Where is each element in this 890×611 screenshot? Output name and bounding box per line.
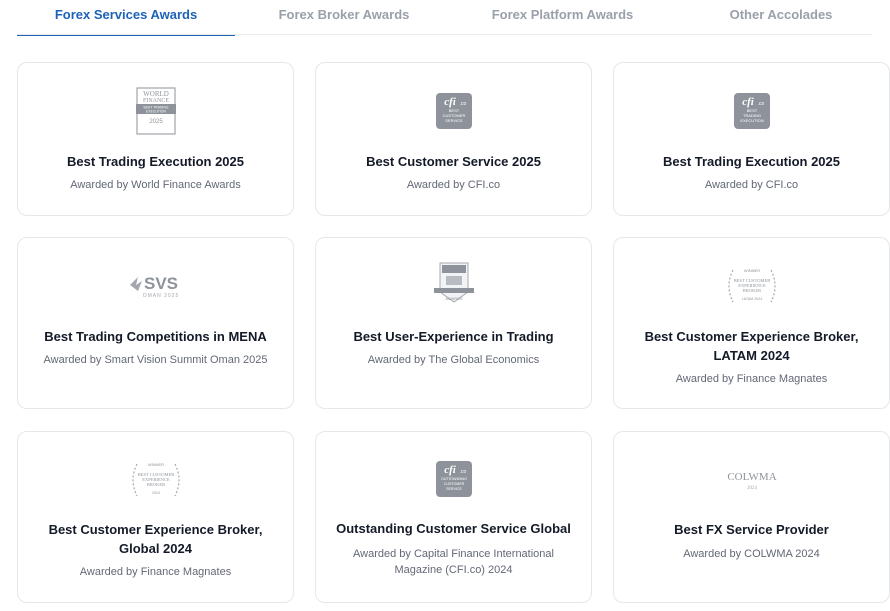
svg-text:SERVICE: SERVICE bbox=[445, 118, 463, 123]
svg-text:SVS: SVS bbox=[143, 274, 177, 293]
svg-text:BROKER: BROKER bbox=[742, 288, 760, 293]
svg-text:COLWMA: COLWMA bbox=[727, 471, 776, 483]
svg-text:SERVICE: SERVICE bbox=[446, 487, 462, 491]
svg-text:2025: 2025 bbox=[149, 119, 163, 125]
award-title: Best Trading Execution 2025 bbox=[662, 154, 840, 169]
svg-text:FINANCE: FINANCE bbox=[142, 98, 168, 104]
award-subtitle: Awarded by World Finance Awards bbox=[70, 179, 241, 191]
svg-text:WORLD: WORLD bbox=[143, 90, 169, 98]
award-card: WINNER BEST CUSTOMER EXPERIENCE BROKER L… bbox=[613, 237, 890, 409]
award-card: cfi .co OUTSTANDING CUSTOMER SERVICE Out… bbox=[315, 431, 592, 603]
svg-text:BROKER: BROKER bbox=[146, 482, 164, 487]
svg-text:WINNER: WINNER bbox=[147, 462, 163, 467]
award-card: cfi .co BEST TRADING EXECUTION Best Trad… bbox=[613, 62, 890, 216]
award-card: WORLD FINANCE BEST TRADING EXECUTION 202… bbox=[17, 62, 294, 216]
svg-text:OUTSTANDING: OUTSTANDING bbox=[441, 477, 467, 481]
svg-text:2024: 2024 bbox=[152, 491, 160, 495]
award-card: SVS OMAN 2025 Best Trading Competitions … bbox=[17, 237, 294, 409]
svg-text:OMAN 2025: OMAN 2025 bbox=[142, 293, 179, 299]
award-subtitle: Awarded by Capital Finance International… bbox=[353, 548, 554, 576]
svg-text:.co: .co bbox=[757, 101, 764, 107]
svg-text:cfi: cfi bbox=[444, 96, 457, 108]
svg-text:AWARDS: AWARDS bbox=[445, 296, 463, 301]
award-subtitle: Awarded by Finance Magnates bbox=[675, 373, 828, 385]
award-title: Best User-Experience in Trading bbox=[353, 329, 554, 344]
colwma-logo-icon: COLWMA 2024 bbox=[614, 466, 889, 494]
global-economics-badge-icon: AWARDS bbox=[316, 262, 591, 310]
award-title: Outstanding Customer Service Global bbox=[336, 521, 571, 536]
award-subtitle: Awarded by Finance Magnates bbox=[79, 566, 232, 578]
award-subtitle: Awarded by CFI.co bbox=[704, 179, 799, 191]
award-title: Best FX Service Provider bbox=[674, 522, 829, 537]
world-finance-badge-icon: WORLD FINANCE BEST TRADING EXECUTION 202… bbox=[18, 87, 293, 135]
svg-text:EXECUTION: EXECUTION bbox=[740, 118, 763, 123]
award-card: WINNER BEST CUSTOMER EXPERIENCE BROKER 2… bbox=[17, 431, 294, 603]
tab-forex-services-awards[interactable]: Forex Services Awards bbox=[17, 0, 235, 36]
award-subtitle: Awarded by The Global Economics bbox=[367, 354, 540, 366]
award-title: Best Trading Execution 2025 bbox=[66, 154, 244, 169]
award-subtitle: Awarded by COLWMA 2024 bbox=[683, 548, 820, 560]
award-card: AWARDS Best User-Experience in Trading A… bbox=[315, 237, 592, 409]
award-card: cfi .co BEST CUSTOMER SERVICE Best Custo… bbox=[315, 62, 592, 216]
award-title: Best Customer Service 2025 bbox=[366, 154, 541, 169]
award-title: Best Trading Competitions in MENA bbox=[44, 329, 267, 344]
tab-forex-broker-awards[interactable]: Forex Broker Awards bbox=[235, 0, 453, 35]
award-title: Best Customer Experience Broker, Global … bbox=[48, 522, 263, 556]
tab-forex-platform-awards[interactable]: Forex Platform Awards bbox=[453, 0, 672, 35]
cfi-badge-icon: cfi .co BEST TRADING EXECUTION bbox=[614, 93, 889, 129]
tab-other-accolades[interactable]: Other Accolades bbox=[672, 0, 890, 35]
cfi-badge-icon: cfi .co OUTSTANDING CUSTOMER SERVICE bbox=[316, 461, 591, 497]
award-subtitle: Awarded by CFI.co bbox=[406, 179, 501, 191]
svs-logo-icon: SVS OMAN 2025 bbox=[18, 272, 293, 300]
award-card: COLWMA 2024 Best FX Service Provider Awa… bbox=[613, 431, 890, 603]
tabs-divider bbox=[17, 34, 872, 35]
svg-text:LATAM 2024: LATAM 2024 bbox=[741, 297, 761, 301]
svg-text:WINNER: WINNER bbox=[743, 268, 759, 273]
laurel-badge-icon: WINNER BEST CUSTOMER EXPERIENCE BROKER L… bbox=[614, 264, 889, 308]
svg-text:EXECUTION: EXECUTION bbox=[146, 110, 166, 114]
svg-text:2024: 2024 bbox=[747, 486, 758, 491]
award-title: Best Customer Experience Broker, LATAM 2… bbox=[644, 329, 859, 363]
award-tabs: Forex Services Awards Forex Broker Award… bbox=[0, 0, 890, 36]
svg-text:cfi: cfi bbox=[742, 96, 755, 108]
award-subtitle: Awarded by Smart Vision Summit Oman 2025 bbox=[43, 354, 268, 366]
svg-text:CUSTOMER: CUSTOMER bbox=[443, 482, 464, 486]
svg-text:.co: .co bbox=[459, 101, 466, 107]
laurel-badge-icon: WINNER BEST CUSTOMER EXPERIENCE BROKER 2… bbox=[18, 458, 293, 502]
svg-text:cfi: cfi bbox=[444, 464, 457, 476]
svg-text:.co: .co bbox=[459, 469, 466, 475]
cfi-badge-icon: cfi .co BEST CUSTOMER SERVICE bbox=[316, 93, 591, 129]
